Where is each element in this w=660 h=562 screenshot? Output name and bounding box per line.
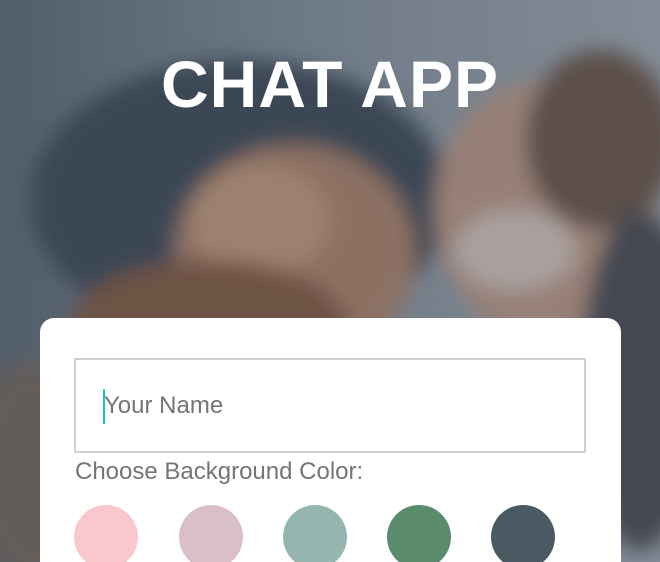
color-swatch-sage[interactable] bbox=[283, 505, 347, 562]
name-input-container[interactable] bbox=[74, 358, 586, 453]
start-form-card: Choose Background Color: bbox=[40, 318, 621, 562]
color-swatch-mauve[interactable] bbox=[179, 505, 243, 562]
name-input[interactable] bbox=[104, 391, 584, 420]
color-swatch-green[interactable] bbox=[387, 505, 451, 562]
color-swatch-slate[interactable] bbox=[491, 505, 555, 562]
color-swatch-list bbox=[74, 505, 594, 562]
text-cursor bbox=[103, 389, 105, 424]
color-swatch-pink[interactable] bbox=[74, 505, 138, 562]
color-picker-label: Choose Background Color: bbox=[75, 458, 364, 485]
app-title: CHAT APP bbox=[161, 47, 499, 121]
